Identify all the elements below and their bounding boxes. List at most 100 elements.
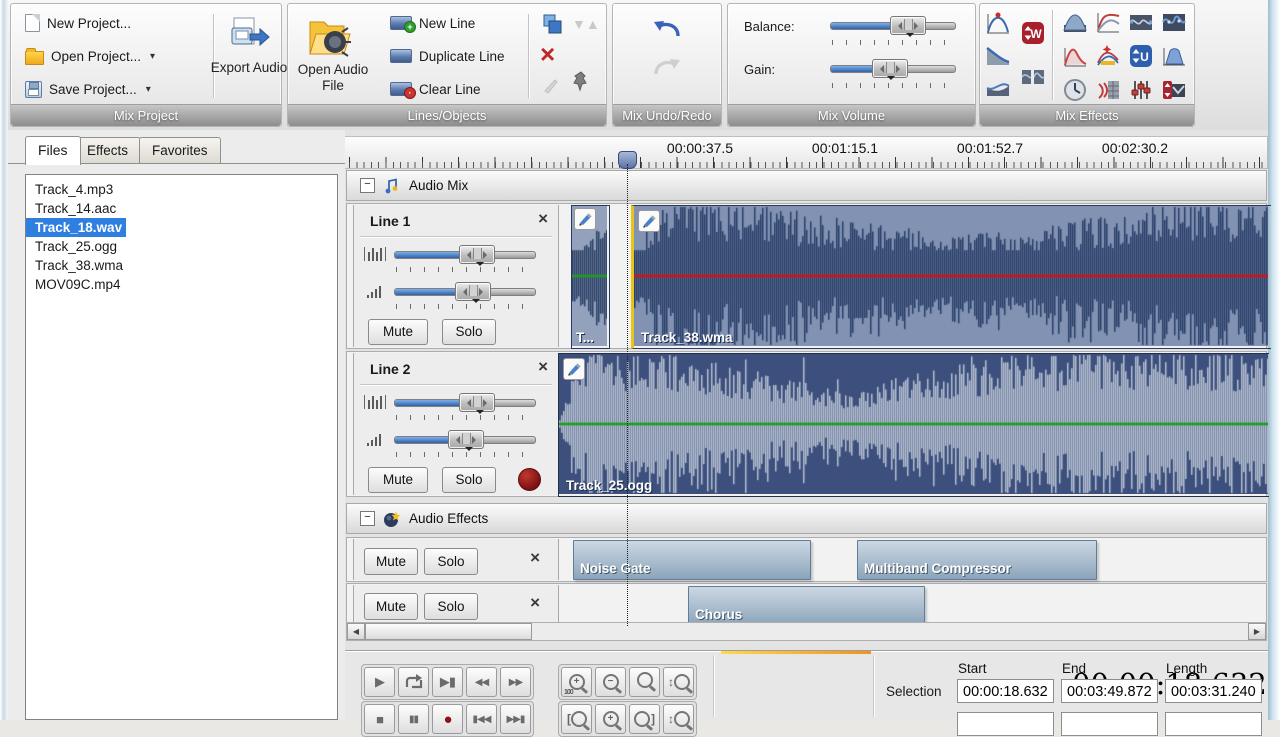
play-button[interactable]: ▶ [364, 667, 395, 697]
zoom-selection-button[interactable]: + [595, 704, 626, 734]
pause-button[interactable]: ▮▮ [398, 704, 429, 734]
zoom-100-button[interactable]: 100 [629, 667, 660, 697]
delete-object-icon[interactable]: × [540, 42, 564, 68]
line1-balance-slider[interactable] [394, 245, 536, 263]
file-list[interactable]: Track_4.mp3Track_14.aacTrack_18.wavTrack… [25, 174, 338, 720]
line2-solo-button[interactable]: Solo [442, 467, 496, 493]
tab-favorites[interactable]: Favorites [139, 137, 221, 164]
copy-object-icon[interactable] [540, 12, 564, 36]
pitch-shift-effect-icon[interactable]: U [1128, 43, 1154, 69]
mixer-effect-icon[interactable] [1128, 77, 1154, 103]
collapse-audio-mix-button[interactable]: − [360, 178, 375, 193]
tab-effects[interactable]: Effects [74, 137, 141, 164]
scroll-left-button[interactable]: ◀ [347, 623, 365, 640]
file-item[interactable]: Track_14.aac [26, 199, 337, 218]
edit-pencil-icon[interactable] [638, 210, 660, 232]
maximizer-effect-icon[interactable]: W [1020, 20, 1046, 46]
zoom-vertical-fit-button[interactable]: ↕ [663, 704, 694, 734]
zoom-vertical-button[interactable]: ↕ [663, 667, 694, 697]
stop-button[interactable]: ■ [364, 704, 395, 734]
chevron-down-icon[interactable]: ▾ [146, 84, 151, 95]
noise-removal-effect-icon[interactable] [1062, 9, 1088, 35]
line1-close-button[interactable]: × [538, 209, 548, 229]
effect-block-chorus[interactable]: Chorus [688, 586, 925, 626]
file-item[interactable]: Track_18.wav [26, 218, 126, 237]
fx1-close-button[interactable]: × [530, 548, 540, 568]
edit-pencil-icon[interactable] [563, 358, 585, 380]
loop-playback-button[interactable] [398, 667, 429, 697]
selection-end-field[interactable]: 00:03:49.872 [1061, 679, 1158, 703]
undo-icon[interactable] [650, 14, 684, 42]
fx2-close-button[interactable]: × [530, 593, 540, 613]
tab-files[interactable]: Files [25, 136, 81, 165]
file-item[interactable]: Track_4.mp3 [26, 180, 337, 199]
effect-block-multiband-compressor[interactable]: Multiband Compressor [857, 540, 1097, 580]
edit-pencil-icon[interactable] [574, 208, 596, 230]
previous-object-button[interactable]: ▮◀◀ [466, 704, 497, 734]
effect-block-noise-gate[interactable]: Noise Gate [573, 540, 811, 580]
clip-small-track[interactable]: T... [571, 205, 610, 349]
new-line-button[interactable]: + New Line [390, 12, 475, 34]
open-audio-file-button[interactable]: Open Audio File [288, 62, 378, 94]
line1-solo-button[interactable]: Solo [442, 319, 496, 345]
clear-line-button[interactable]: · Clear Line [390, 78, 481, 100]
line2-record-button[interactable] [518, 468, 541, 491]
zoom-out-button[interactable]: − [595, 667, 626, 697]
zoom-selection-end-button[interactable]: ] [629, 704, 660, 734]
compressor-effect-icon[interactable] [1095, 9, 1121, 35]
delay-effect-icon[interactable] [1062, 77, 1088, 103]
selection-length-field[interactable]: 00:03:31.240 [1165, 679, 1262, 703]
view-length-field[interactable] [1165, 712, 1262, 736]
next-object-button[interactable]: ▶▶▮ [500, 704, 531, 734]
file-item[interactable]: Track_38.wma [26, 256, 337, 275]
chevron-down-icon[interactable]: ▾ [150, 51, 155, 62]
view-end-field[interactable] [1061, 712, 1158, 736]
reverb-effect-icon[interactable] [1095, 77, 1121, 103]
peak-effect-icon[interactable] [1062, 43, 1088, 69]
file-item[interactable]: Track_25.ogg [26, 237, 337, 256]
file-item[interactable]: MOV09C.mp4 [26, 275, 337, 294]
save-project-button[interactable]: Save Project... ▾ [25, 78, 151, 100]
record-button[interactable]: ● [432, 704, 463, 734]
normalize-effect-icon[interactable] [985, 74, 1011, 100]
bandpass-effect-icon[interactable] [1161, 43, 1187, 69]
line2-mute-button[interactable]: Mute [368, 467, 428, 493]
new-project-button[interactable]: New Project... [25, 12, 131, 34]
line1-mute-button[interactable]: Mute [368, 319, 428, 345]
line1-volume-slider[interactable] [394, 282, 536, 300]
line2-balance-slider[interactable] [394, 393, 536, 411]
fx1-solo-button[interactable]: Solo [424, 548, 478, 575]
clip-track25[interactable]: Track_25.ogg [558, 353, 1269, 497]
timeline-ruler[interactable]: 00:00:37.500:01:15.100:01:52.700:02:30.2 [345, 136, 1268, 169]
play-to-end-button[interactable]: ▶▮ [432, 667, 463, 697]
stretch-effect-icon[interactable] [1128, 9, 1154, 35]
fx2-mute-button[interactable]: Mute [364, 593, 418, 620]
selection-start-field[interactable]: 00:00:18.632 [957, 679, 1054, 703]
zoom-selection-start-button[interactable]: [ [561, 704, 592, 734]
gain-slider[interactable] [830, 59, 956, 77]
view-start-field[interactable] [957, 712, 1054, 736]
envelope-effect-icon[interactable] [1020, 64, 1046, 90]
amplify-effect-icon[interactable] [985, 10, 1011, 36]
horizontal-scrollbar[interactable]: ◀ ▶ [346, 622, 1267, 641]
rewind-button[interactable]: ◀◀ [466, 667, 497, 697]
balance-slider[interactable] [830, 16, 956, 34]
scrollbar-thumb[interactable] [365, 623, 532, 640]
line2-close-button[interactable]: × [538, 357, 548, 377]
fx1-mute-button[interactable]: Mute [364, 548, 418, 575]
clip-track38[interactable]: Track_38.wma [631, 205, 1271, 349]
open-project-button[interactable]: Open Project... ▾ [25, 45, 155, 67]
fx2-solo-button[interactable]: Solo [424, 593, 478, 620]
flanger-effect-icon[interactable] [1161, 9, 1187, 35]
fast-forward-button[interactable]: ▶▶ [500, 667, 531, 697]
scroll-right-button[interactable]: ▶ [1248, 623, 1266, 640]
duplicate-line-button[interactable]: Duplicate Line [390, 45, 505, 67]
export-audio-button[interactable]: Export Audio [209, 60, 289, 76]
sparkle-eq-effect-icon[interactable] [1095, 43, 1121, 69]
pin-object-icon[interactable] [570, 70, 592, 92]
line1-controls: Line 1 × Mute Solo [353, 205, 559, 347]
expander-effect-icon[interactable] [1161, 77, 1187, 103]
collapse-audio-effects-button[interactable]: − [360, 511, 375, 526]
fade-effect-icon[interactable] [985, 42, 1011, 68]
line2-volume-slider[interactable] [394, 430, 536, 448]
